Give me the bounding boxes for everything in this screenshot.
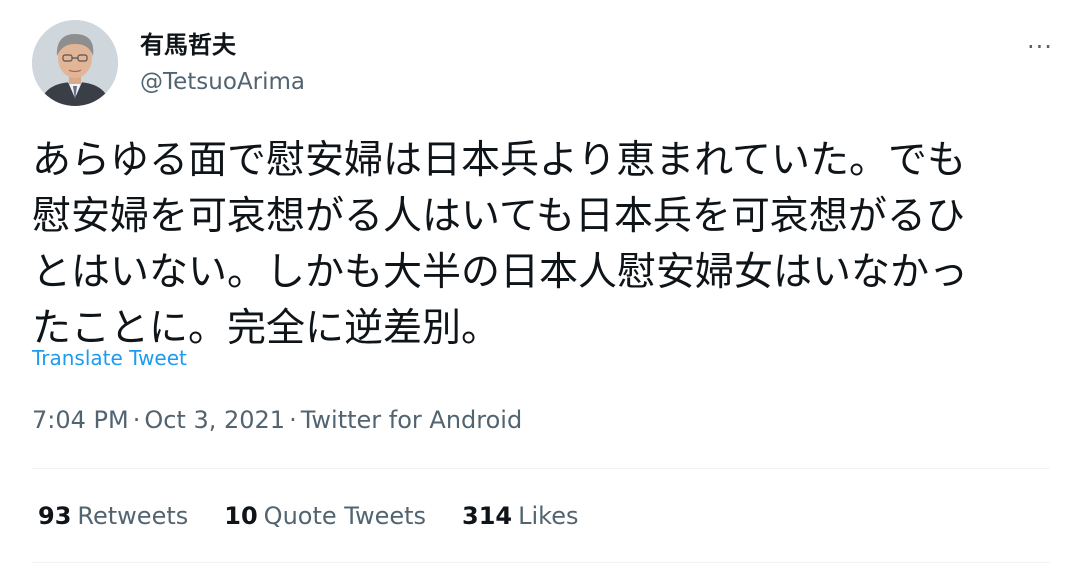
tweet-text-line: 慰安婦を可哀想がる人はいても日本兵を可哀想がるひ	[32, 194, 965, 239]
likes-stat[interactable]: 314 Likes	[462, 500, 578, 532]
avatar[interactable]	[32, 20, 118, 106]
translate-tweet-link[interactable]: Translate Tweet	[32, 344, 187, 372]
tweet-meta: 7:04 PM · Oct 3, 2021 · Twitter for Android	[32, 404, 522, 436]
tweet-date[interactable]: Oct 3, 2021	[144, 406, 285, 434]
tweet-text-line: あらゆる面で慰安婦は日本兵より恵まれていた。でも	[32, 138, 967, 183]
tweet-source[interactable]: Twitter for Android	[301, 406, 522, 434]
engagement-stats: 93 Retweets 10 Quote Tweets 314 Likes	[38, 500, 579, 532]
quote-tweets-stat[interactable]: 10 Quote Tweets	[224, 500, 426, 532]
avatar-portrait	[32, 20, 118, 106]
more-options-button[interactable]: ···	[1020, 32, 1060, 62]
retweets-label: Retweets	[77, 502, 189, 530]
tweet-card: 有馬哲夫 @TetsuoArima ··· あらゆる面で慰安婦は日本兵より恵まれ…	[0, 0, 1090, 564]
divider	[32, 562, 1050, 563]
author-handle[interactable]: @TetsuoArima	[140, 67, 305, 97]
author-name[interactable]: 有馬哲夫	[140, 30, 236, 60]
retweets-stat[interactable]: 93 Retweets	[38, 500, 188, 532]
more-dots-icon: ···	[1027, 33, 1053, 61]
divider	[32, 468, 1050, 469]
quote-tweets-count: 10	[224, 502, 258, 530]
tweet-text-line: とはいない。しかも大半の日本人慰安婦女はいなかっ	[32, 250, 969, 295]
tweet-text: あらゆる面で慰安婦は日本兵より恵まれていた。でも 慰安婦を可哀想がる人はいても日…	[32, 133, 1042, 357]
likes-label: Likes	[518, 502, 579, 530]
quote-tweets-label: Quote Tweets	[263, 502, 427, 530]
retweets-count: 93	[38, 502, 72, 530]
meta-separator: ·	[132, 406, 141, 434]
likes-count: 314	[462, 502, 513, 530]
meta-separator: ·	[289, 406, 297, 434]
tweet-time[interactable]: 7:04 PM	[32, 406, 129, 434]
